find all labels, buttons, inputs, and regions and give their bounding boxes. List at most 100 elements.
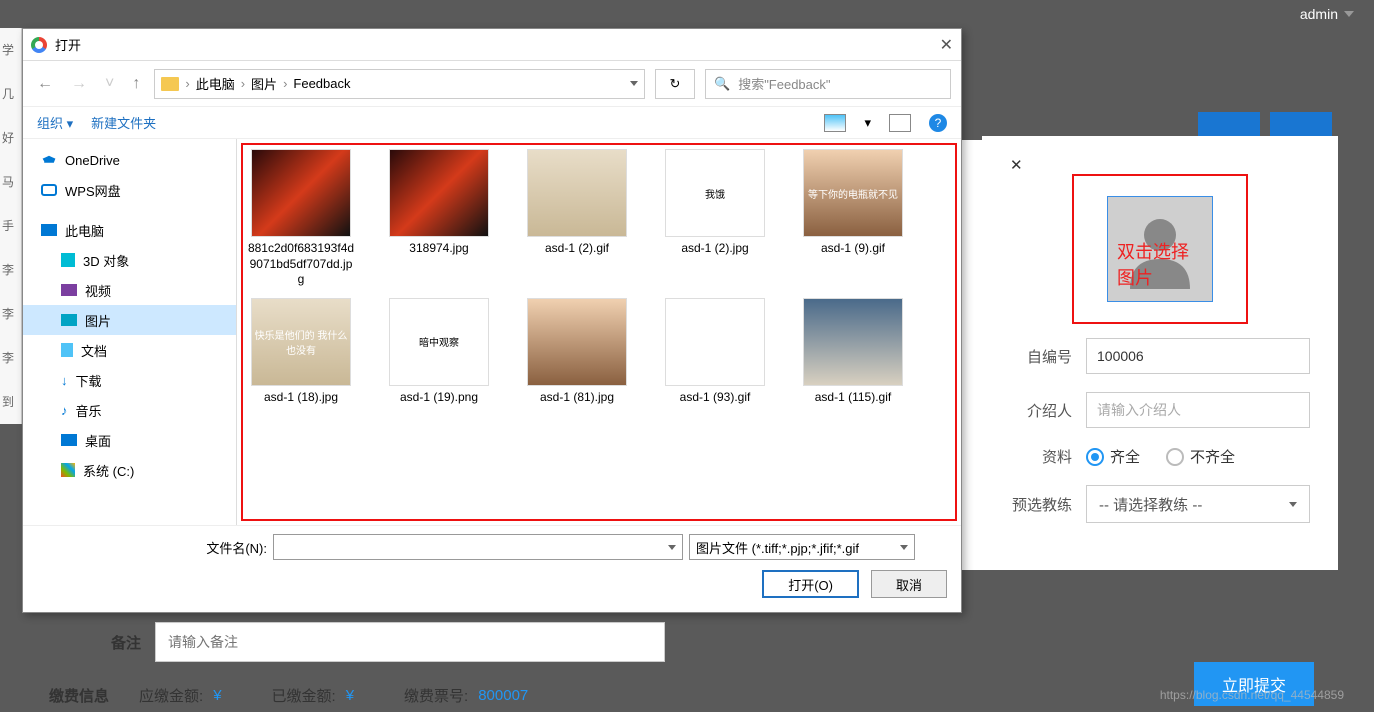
file-name: asd-1 (81).jpg: [523, 390, 631, 406]
nav-forward-icon[interactable]: →: [67, 75, 91, 93]
file-thumbnail: [389, 149, 489, 237]
remark-row: 备注: [49, 622, 665, 662]
tree-item[interactable]: 桌面: [23, 425, 236, 455]
dialog-title: 打开: [55, 35, 81, 54]
radio-icon: [1166, 448, 1184, 466]
dialog-footer: 文件名(N): 图片文件 (*.tiff;*.pjp;*.jfif;*.gif …: [23, 525, 961, 612]
close-icon[interactable]: ✕: [1010, 157, 1023, 174]
cancel-button[interactable]: 取消: [871, 570, 947, 598]
tree-item-label: 下载: [76, 371, 102, 390]
chevron-down-icon: [900, 545, 908, 550]
tree-item-label: 文档: [81, 341, 107, 360]
help-icon[interactable]: ?: [929, 114, 947, 132]
tree-item[interactable]: 此电脑: [23, 215, 236, 245]
topbar: admin: [1300, 0, 1374, 28]
id-label: 自编号: [1010, 346, 1072, 367]
refresh-button[interactable]: ↻: [655, 69, 695, 99]
pay-paid-label: 已缴金额:: [272, 685, 336, 706]
photo-upload-area[interactable]: 双击选择图片: [1072, 174, 1248, 324]
user-label[interactable]: admin: [1300, 6, 1338, 22]
nav-recent-icon[interactable]: ˅: [101, 75, 118, 93]
chevron-down-icon[interactable]: [630, 81, 638, 86]
tree-item[interactable]: 文档: [23, 335, 236, 365]
file-item[interactable]: asd-1 (115).gif: [799, 298, 907, 406]
tree-item-label: 图片: [85, 311, 111, 330]
file-list: 881c2d0f683193f4d9071bd5df707dd.jpg 31897…: [237, 139, 961, 525]
file-item[interactable]: asd-1 (2).gif: [523, 149, 631, 288]
file-type-filter[interactable]: 图片文件 (*.tiff;*.pjp;*.jfif;*.gif: [689, 534, 915, 560]
tree-item-label: 桌面: [85, 431, 111, 450]
tree-item[interactable]: 3D 对象: [23, 245, 236, 275]
preview-pane-icon[interactable]: [889, 114, 911, 132]
tree-item-icon: [41, 224, 57, 236]
radio-icon: [1086, 448, 1104, 466]
material-radio-group: 齐全 不齐全: [1086, 446, 1235, 467]
file-thumbnail: [527, 298, 627, 386]
file-item[interactable]: 快乐是他们的 我什么也没有asd-1 (18).jpg: [247, 298, 355, 406]
user-dropdown-icon[interactable]: [1344, 11, 1354, 17]
tree-item[interactable]: OneDrive: [23, 145, 236, 175]
file-item[interactable]: 318974.jpg: [385, 149, 493, 288]
file-item[interactable]: 我饿asd-1 (2).jpg: [661, 149, 769, 288]
tree-item[interactable]: WPS网盘: [23, 175, 236, 205]
file-name: asd-1 (19).png: [385, 390, 493, 406]
filename-input[interactable]: [273, 534, 683, 560]
tree-item-icon: [61, 253, 75, 267]
pay-due-amount: ¥: [213, 687, 221, 704]
nav-up-icon[interactable]: ↑: [128, 75, 144, 93]
breadcrumb-item[interactable]: 此电脑: [196, 74, 235, 93]
tree-item-label: 3D 对象: [83, 251, 129, 270]
new-folder-button[interactable]: 新建文件夹: [91, 113, 156, 132]
open-button[interactable]: 打开(O): [762, 570, 859, 598]
file-name: asd-1 (18).jpg: [247, 390, 355, 406]
intro-input[interactable]: [1086, 392, 1310, 428]
chevron-down-icon: [668, 545, 676, 550]
view-dropdown-icon[interactable]: ▾: [864, 115, 871, 131]
file-name: 881c2d0f683193f4d9071bd5df707dd.jpg: [247, 241, 355, 288]
file-thumbnail: 暗中观察: [389, 298, 489, 386]
file-item[interactable]: 881c2d0f683193f4d9071bd5df707dd.jpg: [247, 149, 355, 288]
filename-label: 文件名(N):: [37, 538, 267, 557]
breadcrumb-item[interactable]: 图片: [251, 74, 277, 93]
remark-input[interactable]: [155, 622, 665, 662]
breadcrumb[interactable]: › 此电脑 › 图片 › Feedback: [154, 69, 645, 99]
file-name: asd-1 (2).gif: [523, 241, 631, 257]
search-icon: 🔍: [714, 76, 730, 92]
file-item[interactable]: 等下你的电瓶就不见asd-1 (9).gif: [799, 149, 907, 288]
tree-item[interactable]: ↓下载: [23, 365, 236, 395]
file-thumbnail: [527, 149, 627, 237]
tree-item-icon: [61, 314, 77, 326]
radio-incomplete[interactable]: 不齐全: [1166, 446, 1235, 467]
breadcrumb-item[interactable]: Feedback: [293, 76, 350, 91]
tree-item-icon: ♪: [61, 403, 68, 418]
chrome-icon: [31, 37, 47, 53]
folder-icon: [161, 77, 179, 91]
tree-item[interactable]: 系统 (C:): [23, 455, 236, 485]
id-input[interactable]: [1086, 338, 1310, 374]
coach-select[interactable]: -- 请选择教练 --: [1086, 485, 1310, 523]
dialog-toolbar: 组织 ▾ 新建文件夹 ▾ ?: [23, 107, 961, 139]
search-input[interactable]: 🔍 搜索"Feedback": [705, 69, 951, 99]
tree-item-label: 系统 (C:): [83, 461, 134, 480]
file-thumbnail: [665, 298, 765, 386]
intro-label: 介绍人: [1010, 400, 1072, 421]
pay-paid-amount: ¥: [346, 687, 354, 704]
dialog-close-icon[interactable]: ✕: [940, 35, 953, 55]
file-item[interactable]: asd-1 (93).gif: [661, 298, 769, 406]
file-item[interactable]: 暗中观察 asd-1 (19).png: [385, 298, 493, 406]
file-name: asd-1 (115).gif: [799, 390, 907, 406]
chevron-down-icon: [1289, 502, 1297, 507]
tree-item-icon: [61, 343, 73, 357]
organize-button[interactable]: 组织 ▾: [37, 113, 73, 132]
radio-complete[interactable]: 齐全: [1086, 446, 1140, 467]
file-thumbnail: [803, 298, 903, 386]
tree-item[interactable]: ♪音乐: [23, 395, 236, 425]
tree-item-label: OneDrive: [65, 153, 120, 168]
view-mode-icon[interactable]: [824, 114, 846, 132]
file-thumbnail: 我饿: [665, 149, 765, 237]
nav-back-icon[interactable]: ←: [33, 75, 57, 93]
material-label: 资料: [1010, 446, 1072, 467]
file-item[interactable]: asd-1 (81).jpg: [523, 298, 631, 406]
tree-item[interactable]: 图片: [23, 305, 236, 335]
tree-item[interactable]: 视频: [23, 275, 236, 305]
